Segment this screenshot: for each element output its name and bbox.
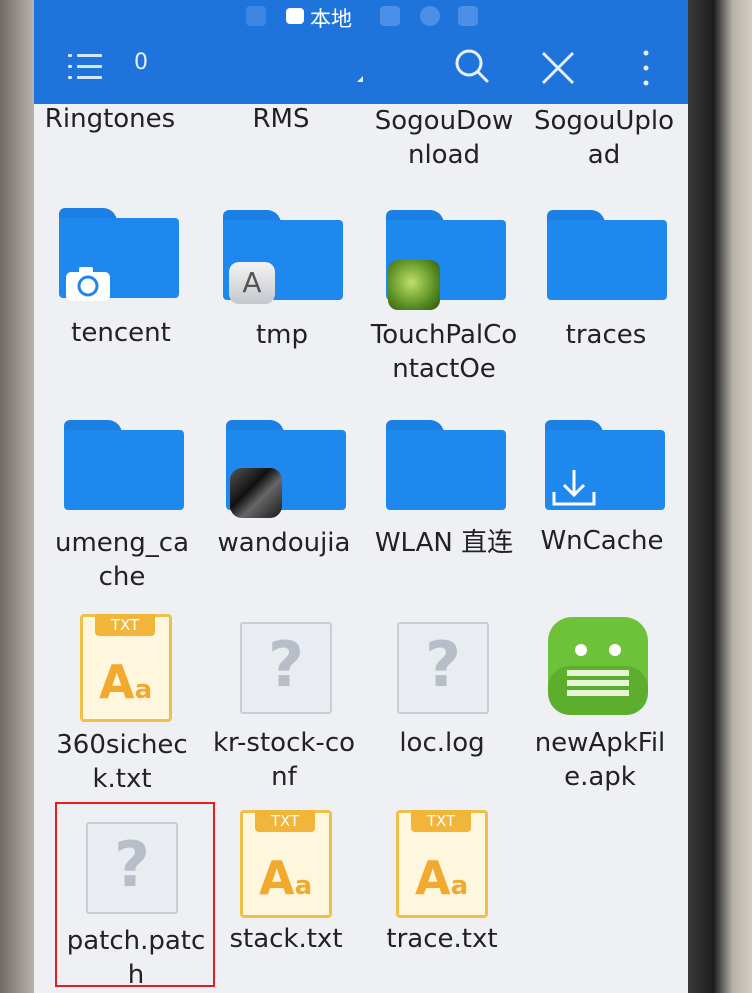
close-icon[interactable] [540,50,576,86]
camera-icon [66,267,110,301]
device-bezel-left [0,0,34,993]
selection-count: 0 [134,50,148,75]
notification-status-icon [420,6,440,26]
list-menu-icon[interactable] [68,52,102,82]
folder-icon[interactable] [226,420,346,518]
file-label: tencent [71,318,171,348]
home-status-icon [246,6,266,26]
file-item-wncache[interactable]: WnCache [522,524,682,558]
touchpal-app-icon [388,260,440,310]
folder-icon[interactable]: A [223,210,343,304]
file-item-sogouupload[interactable]: SogouUpload [524,104,684,172]
file-label: SogouDownload [374,106,514,170]
toolbar: 0 [34,32,688,104]
android-apk-icon[interactable] [547,616,649,716]
txt-badge: TXT [95,614,155,636]
status-bar: 本地 [34,0,688,32]
txt-file-icon[interactable]: TXT Aa [80,614,172,722]
file-label: newApkFile.apk [534,728,666,792]
question-mark-icon: ? [425,628,461,701]
letter-aa-icon: Aa [99,655,153,709]
more-options-icon[interactable] [641,48,651,88]
app-status-icon [458,6,478,26]
unknown-file-icon[interactable]: ? [240,622,332,714]
file-label: wandoujia [217,528,351,558]
file-manager-screen: 本地 0 Ringtones RMS SogouDownload SogouUp… [34,0,688,993]
file-item-traces[interactable]: traces [526,318,686,352]
unknown-file-icon[interactable]: ? [397,622,489,714]
txt-badge: TXT [411,810,471,832]
file-item-rms[interactable]: RMS [201,102,361,136]
folder-icon[interactable] [59,208,179,301]
file-item-ringtones[interactable]: Ringtones [34,102,190,136]
search-icon[interactable] [454,48,490,84]
question-mark-icon: ? [268,628,304,701]
download-icon [552,470,596,506]
file-label: RMS [252,104,310,134]
selection-highlight-box [55,802,215,987]
letter-aa-icon: Aa [415,851,469,905]
file-item-tmp[interactable]: tmp [202,318,362,352]
file-label: traces [565,320,647,350]
file-label: stack.txt [229,924,343,954]
file-item-umeng-cache[interactable]: umeng_cache [42,526,202,594]
dropdown-caret-icon[interactable] [357,76,363,82]
file-item-wandoujia[interactable]: wandoujia [204,526,364,560]
file-item-kr-stock-conf[interactable]: kr-stock-conf [204,726,364,794]
file-label: kr-stock-conf [212,728,356,792]
file-item-wlan-direct[interactable]: WLAN 直连 [364,526,524,560]
folder-icon[interactable] [386,210,506,310]
wandoujia-app-icon [230,468,282,518]
folder-icon[interactable] [547,210,667,302]
folder-icon[interactable] [64,420,184,512]
storage-status-icon [286,8,304,24]
file-label: tmp [255,320,309,350]
file-label: loc.log [399,728,485,758]
file-label: 360sicheck.txt [56,730,188,794]
txt-file-icon[interactable]: TXT Aa [240,810,332,918]
file-item-stack-txt[interactable]: stack.txt [206,922,366,956]
file-label: SogouUpload [534,106,674,170]
file-item-trace-txt[interactable]: trace.txt [362,922,522,956]
status-title: 本地 [310,7,352,31]
folder-icon[interactable] [386,420,506,512]
file-label: WLAN 直连 [374,528,514,558]
file-label: WnCache [540,526,664,556]
txt-file-icon[interactable]: TXT Aa [396,810,488,918]
file-label: trace.txt [386,924,498,954]
file-label: umeng_cache [54,528,189,592]
txt-badge: TXT [255,810,315,832]
file-label: TouchPalContactOe [370,320,518,384]
folder-icon[interactable] [545,420,665,512]
file-item-loc-log[interactable]: loc.log [362,726,522,760]
file-label: Ringtones [44,104,176,134]
file-item-tencent[interactable]: tencent [41,316,201,350]
file-item-sogoudownload[interactable]: SogouDownload [362,104,526,172]
letter-aa-icon: Aa [259,851,313,905]
device-bezel-right [688,0,752,993]
file-item-360sicheck[interactable]: 360sicheck.txt [42,728,202,796]
file-item-newapkfile[interactable]: newApkFile.apk [520,726,680,794]
message-status-icon [380,6,400,26]
letter-a-app-icon: A [229,262,275,304]
file-item-touchpalcontactoe[interactable]: TouchPalContactOe [364,318,524,386]
